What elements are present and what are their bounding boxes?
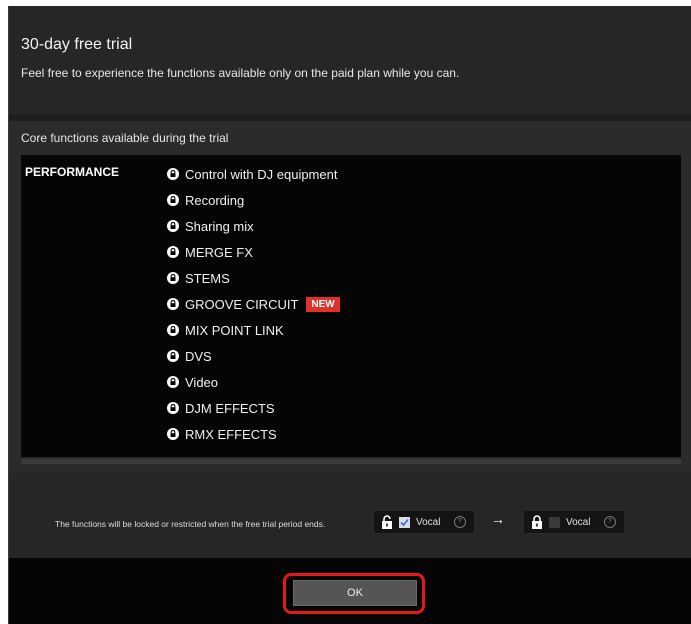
new-badge: NEW [306, 296, 340, 312]
category-label: PERFORMANCE [25, 165, 120, 179]
lock-icon [167, 194, 179, 206]
function-label: DJM EFFECTS [185, 400, 275, 416]
restriction-notice-section: The functions will be locked or restrict… [9, 473, 691, 558]
function-item: MERGE FX [167, 239, 340, 265]
vocal-checkbox-checked [399, 516, 410, 528]
function-item: STEMS [167, 265, 340, 291]
lock-icon [167, 376, 179, 388]
dialog-header: 30-day free trial Feel free to experienc… [9, 6, 691, 114]
lock-icon [167, 402, 179, 414]
function-label: Sharing mix [185, 218, 254, 234]
function-item: DJM EFFECTS [167, 395, 340, 421]
lock-icon [167, 350, 179, 362]
lock-icon [167, 272, 179, 284]
dialog-title: 30-day free trial [21, 36, 133, 53]
vocal-label: Vocal [416, 516, 441, 528]
dialog-actions: OK [9, 558, 691, 624]
function-item: MIX POINT LINK [167, 317, 340, 343]
vocal-before-example: Vocal ? [373, 510, 475, 534]
restriction-notice: The functions will be locked or restrict… [55, 519, 326, 529]
lock-icon [167, 298, 179, 310]
function-label: STEMS [185, 270, 230, 286]
unlocked-padlock-icon [382, 515, 392, 529]
lock-icon [167, 168, 179, 180]
free-trial-dialog: 30-day free trial Feel free to experienc… [8, 6, 691, 624]
vocal-checkbox-unchecked [549, 516, 560, 528]
function-item: Control with DJ equipment [167, 161, 340, 187]
function-label: Video [185, 374, 219, 390]
core-functions-section: Core functions available during the tria… [9, 121, 691, 473]
function-label: RMX EFFECTS [185, 426, 277, 442]
lock-icon [167, 246, 179, 258]
lock-icon [167, 428, 179, 440]
function-item: GROOVE CIRCUIT NEW [167, 291, 340, 317]
function-label: Control with DJ equipment [185, 166, 338, 182]
help-icon: ? [454, 516, 466, 528]
dialog-subtitle: Feel free to experience the functions av… [21, 66, 460, 80]
ok-button[interactable]: OK [293, 580, 417, 606]
core-functions-panel: PERFORMANCE Control with DJ equipment Rec… [21, 155, 681, 457]
lock-icon [167, 324, 179, 336]
function-item: RMX EFFECTS [167, 421, 340, 447]
function-item: DVS [167, 343, 340, 369]
function-item: Sharing mix [167, 213, 340, 239]
function-label: Recording [185, 192, 245, 208]
vocal-label: Vocal [566, 516, 591, 528]
lock-icon [167, 220, 179, 232]
help-icon: ? [604, 516, 616, 528]
scrollbar-track[interactable] [21, 459, 681, 464]
function-item: Video [167, 369, 340, 395]
core-functions-heading: Core functions available during the tria… [21, 131, 229, 145]
function-label: MIX POINT LINK [185, 322, 284, 338]
function-label: GROOVE CIRCUIT [185, 296, 299, 312]
vocal-after-example: Vocal ? [523, 510, 625, 534]
arrow-right-icon: → [491, 511, 505, 527]
function-item: Recording [167, 187, 340, 213]
function-label: DVS [185, 348, 212, 364]
function-list: Control with DJ equipment Recording Sharin… [167, 161, 340, 447]
function-label: MERGE FX [185, 244, 253, 260]
checkmark-icon [400, 518, 409, 526]
locked-padlock-icon [532, 515, 542, 529]
